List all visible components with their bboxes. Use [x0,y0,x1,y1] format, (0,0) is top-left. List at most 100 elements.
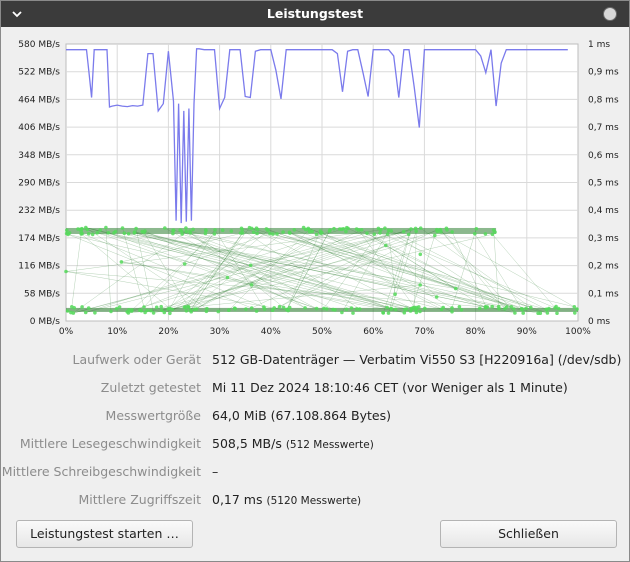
access-time-point [249,226,254,231]
access-time-point [70,305,74,309]
access-time-point [415,305,419,310]
access-time-point [324,307,329,311]
avg-read-speed: 508,5 MB/s [212,436,282,451]
access-time-point [233,306,237,311]
access-time-point [271,232,275,236]
access-time-point [386,311,391,315]
y-right-tick-label: 0,9 ms [588,68,619,78]
window-title: Leistungstest [266,6,364,21]
access-time-point [354,307,359,311]
access-time-point [80,305,84,309]
access-time-point [76,227,80,231]
access-time-point [213,228,217,232]
avg-write-row: Mittlere Schreibgeschwindigkeit – [1,464,629,484]
access-time-point [435,227,439,232]
access-time-point [285,307,289,312]
access-time-point [180,232,184,236]
access-time-point [418,226,423,230]
access-time-point [376,226,381,231]
access-time-point [414,310,419,315]
y-left-tick-label: 116 MB/s [18,262,60,272]
access-time-point [393,292,397,297]
access-time-point [67,231,72,235]
access-time-point [270,308,275,313]
access-time-point [83,310,88,315]
access-time-point [238,231,243,235]
access-time-point [229,229,234,233]
y-right-tick-label: 0,5 ms [588,179,619,189]
access-time-point [484,305,489,309]
y-right-tick-label: 0,4 ms [588,206,619,216]
x-tick-label: 60% [363,327,383,337]
access-time-point [555,311,559,316]
avg-read-label: Mittlere Lesegeschwindigkeit [19,436,201,451]
access-time-point [418,309,422,314]
access-time-point [575,307,579,311]
x-tick-label: 10% [107,327,127,337]
close-button[interactable]: Schließen [440,520,617,548]
avg-access-label: Mittlere Zugriffszeit [78,492,201,507]
access-time-point [351,311,355,315]
access-time-point [186,304,190,309]
access-time-point [159,304,163,309]
y-right-tick-label: 0,1 ms [588,289,619,299]
access-time-point [503,307,507,311]
sample-size-value: 64,0 MiB (67.108.864 Bytes) [212,408,391,423]
close-circle-icon[interactable] [603,7,617,21]
access-time-point [333,308,337,312]
access-time-point [450,306,454,310]
access-time-point [450,309,454,314]
access-time-point [184,226,188,230]
access-time-point [512,307,516,311]
access-time-point [341,227,346,231]
access-time-point [205,306,209,311]
access-time-point [306,226,311,231]
y-left-tick-label: 580 MB/s [18,40,60,50]
titlebar: Leistungstest [1,1,629,27]
access-time-point [142,305,146,309]
y-right-tick-label: 1 ms [588,40,610,50]
access-time-point [547,306,551,311]
access-time-point [513,311,517,315]
access-time-point [303,306,307,310]
access-time-point [120,226,125,230]
sample-size-label: Messwertgröße [105,408,201,423]
access-time-point [134,226,138,231]
avg-access-samples: (5120 Messwerte) [266,495,362,507]
access-time-point [225,275,230,280]
access-time-point [80,226,84,231]
access-time-point [86,306,91,310]
y-left-tick-label: 58 MB/s [24,289,60,299]
access-time-point [130,308,134,312]
access-time-point [106,231,111,235]
access-time-point [170,307,174,312]
access-time-point [119,260,124,264]
access-time-point [275,232,279,236]
y-right-tick-label: 0,8 ms [588,95,619,105]
access-time-point [220,228,225,232]
access-time-point [171,228,176,233]
access-time-point [344,229,348,234]
access-time-point [372,232,377,236]
start-benchmark-button[interactable]: Leistungstest starten … [16,520,193,548]
access-time-point [478,306,482,311]
access-time-point [163,226,167,230]
access-time-point [149,308,153,313]
avg-access-time: 0,17 ms [212,492,263,507]
access-time-point [262,305,266,309]
access-time-point [439,229,443,234]
access-time-point [349,306,354,310]
access-time-point [154,305,159,310]
access-time-point [93,311,97,315]
access-time-point [459,308,464,312]
access-time-point [125,310,129,314]
access-time-point [389,306,394,311]
access-time-point [556,306,561,311]
access-time-point [450,230,454,234]
access-time-point [277,304,282,309]
access-time-point [359,228,364,232]
benchmark-chart: 580 MB/s 522 MB/s 464 MB/s 406 MB/s 348 MB/s… [18,40,619,337]
access-time-point [79,232,83,236]
x-tick-label: 90% [517,327,537,337]
x-tick-label: 50% [312,327,332,337]
